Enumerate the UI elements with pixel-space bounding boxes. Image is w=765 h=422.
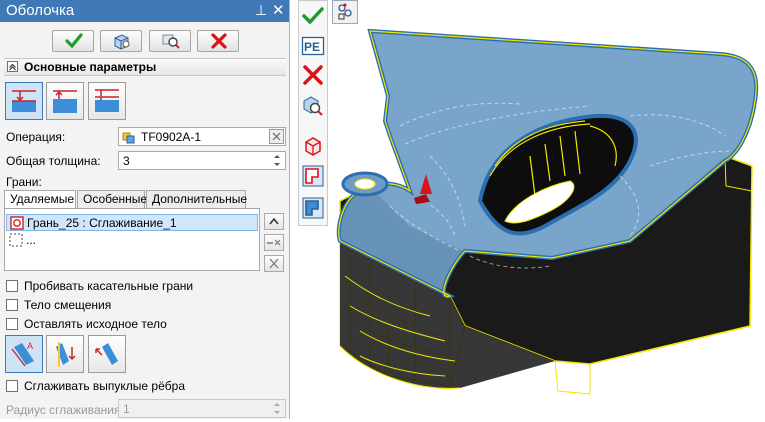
shell-outward-icon (302, 197, 324, 219)
move-up-button[interactable] (264, 213, 284, 230)
direction-both-button[interactable] (88, 82, 126, 120)
operation-label: Операция: (6, 130, 66, 144)
clear-x-icon (269, 258, 279, 269)
face-item-label: Грань_25 : Сглаживание_1 (27, 216, 177, 230)
shell-inward-toolbar-button[interactable] (301, 164, 325, 188)
direction-outward-button[interactable] (46, 82, 84, 120)
parameters-pe-icon: PE (301, 36, 325, 56)
faces-label: Грани: (6, 175, 42, 189)
face-item-label: ... (26, 233, 37, 247)
panel-title-bar: Оболочка ⊥ ✕ (0, 0, 289, 22)
vertical-toolbar: PE (298, 0, 328, 226)
filter-structure-icon (338, 3, 352, 20)
shell-inward-icon (302, 165, 324, 187)
remove-item-button[interactable] (264, 234, 284, 251)
parameters-button[interactable]: PE (301, 34, 325, 58)
red-x-icon (211, 33, 227, 49)
operation-field[interactable]: TF0902A-1 (118, 127, 286, 146)
apply-check-icon (302, 7, 324, 25)
thickness-spinner[interactable] (270, 152, 284, 169)
zoom-preview-icon (303, 96, 323, 116)
smooth-edges-label: Сглаживать выпуклые рёбра (24, 379, 186, 393)
offset-body-label: Тело смещения (24, 298, 112, 312)
smooth-radius-label: Радиус сглаживания: (6, 403, 124, 417)
keep-original-label: Оставлять исходное тело (24, 317, 167, 331)
cancel-operation-button[interactable] (301, 63, 325, 87)
face-icon (10, 216, 24, 230)
list-item[interactable]: ... (6, 232, 258, 249)
shell-inward-mode-icon (12, 90, 36, 112)
zoom-preview-button[interactable] (149, 30, 191, 52)
preview-button[interactable] (100, 30, 142, 52)
thicken-mode-c-icon (95, 343, 118, 365)
svg-text:PE: PE (304, 40, 320, 54)
preview-cube-icon (114, 34, 130, 50)
cancel-x-icon (303, 65, 323, 85)
tab-additional[interactable]: Дополнительные (146, 190, 247, 208)
pierce-tangent-checkbox[interactable] (6, 280, 18, 292)
cancel-button[interactable] (197, 30, 239, 52)
thickness-label: Общая толщина: (6, 154, 101, 168)
thicken-mode-a-icon: A (11, 341, 34, 367)
thicken-mode-b-button[interactable] (46, 335, 84, 373)
shell-model-view[interactable] (330, 26, 765, 419)
pierce-tangent-label: Пробивать касательные грани (24, 279, 194, 293)
feature-tree-icon (122, 132, 135, 144)
svg-text:A: A (27, 341, 33, 351)
faces-list[interactable]: Грань_25 : Сглаживание_1 ... (4, 208, 260, 271)
direction-inward-button[interactable] (5, 82, 43, 120)
shell-outward-mode-icon (53, 90, 77, 113)
thicken-mode-b-icon (56, 342, 76, 367)
3d-viewport[interactable] (330, 26, 765, 419)
spinner-arrows-icon (274, 155, 280, 166)
keep-original-checkbox[interactable] (6, 318, 18, 330)
clear-x-icon (272, 132, 281, 141)
apply-button[interactable] (301, 4, 325, 28)
spinner-arrows-icon (274, 403, 280, 414)
panel-title: Оболочка (6, 2, 75, 19)
thickness-input[interactable]: 3 (118, 151, 286, 170)
selection-filter-button[interactable] (332, 0, 358, 24)
thicken-mode-a-button[interactable]: A (5, 335, 43, 373)
tab-special[interactable]: Особенные (77, 190, 147, 208)
chevron-up-icon (269, 217, 279, 225)
smooth-edges-checkbox[interactable] (6, 380, 18, 392)
clear-list-button[interactable] (264, 255, 284, 272)
shell-outward-toolbar-button[interactable] (301, 196, 325, 220)
tab-removed[interactable]: Удаляемые (4, 190, 76, 209)
panel-close-icon[interactable]: ✕ (272, 1, 285, 19)
list-item[interactable]: Грань_25 : Сглаживание_1 (6, 214, 258, 231)
operation-value: TF0902A-1 (141, 130, 202, 144)
section-title: Основные параметры (24, 60, 157, 74)
smooth-radius-value: 1 (123, 402, 130, 416)
section-main-parameters[interactable]: Основные параметры (4, 58, 286, 76)
minus-x-icon (267, 239, 281, 246)
thickness-value: 3 (123, 154, 130, 168)
zoom-preview-toolbar-button[interactable] (301, 94, 325, 118)
magnify-preview-icon (162, 34, 180, 49)
collapse-icon[interactable] (7, 61, 18, 72)
shell-properties-panel: Оболочка ⊥ ✕ Основные параметры Операция… (0, 0, 290, 419)
cube-tool-button[interactable] (301, 134, 325, 158)
check-icon (65, 33, 83, 49)
cube-red-icon (305, 137, 321, 156)
pin-icon[interactable]: ⊥ (255, 2, 267, 19)
offset-body-checkbox[interactable] (6, 299, 18, 311)
left-boss-hole (354, 178, 376, 190)
clear-operation-button[interactable] (269, 129, 284, 144)
empty-selection-icon (9, 233, 23, 247)
thicken-mode-c-button[interactable] (88, 335, 126, 373)
shell-both-mode-icon (95, 89, 119, 112)
smooth-radius-input[interactable]: 1 (118, 399, 286, 418)
ok-button[interactable] (52, 30, 94, 52)
